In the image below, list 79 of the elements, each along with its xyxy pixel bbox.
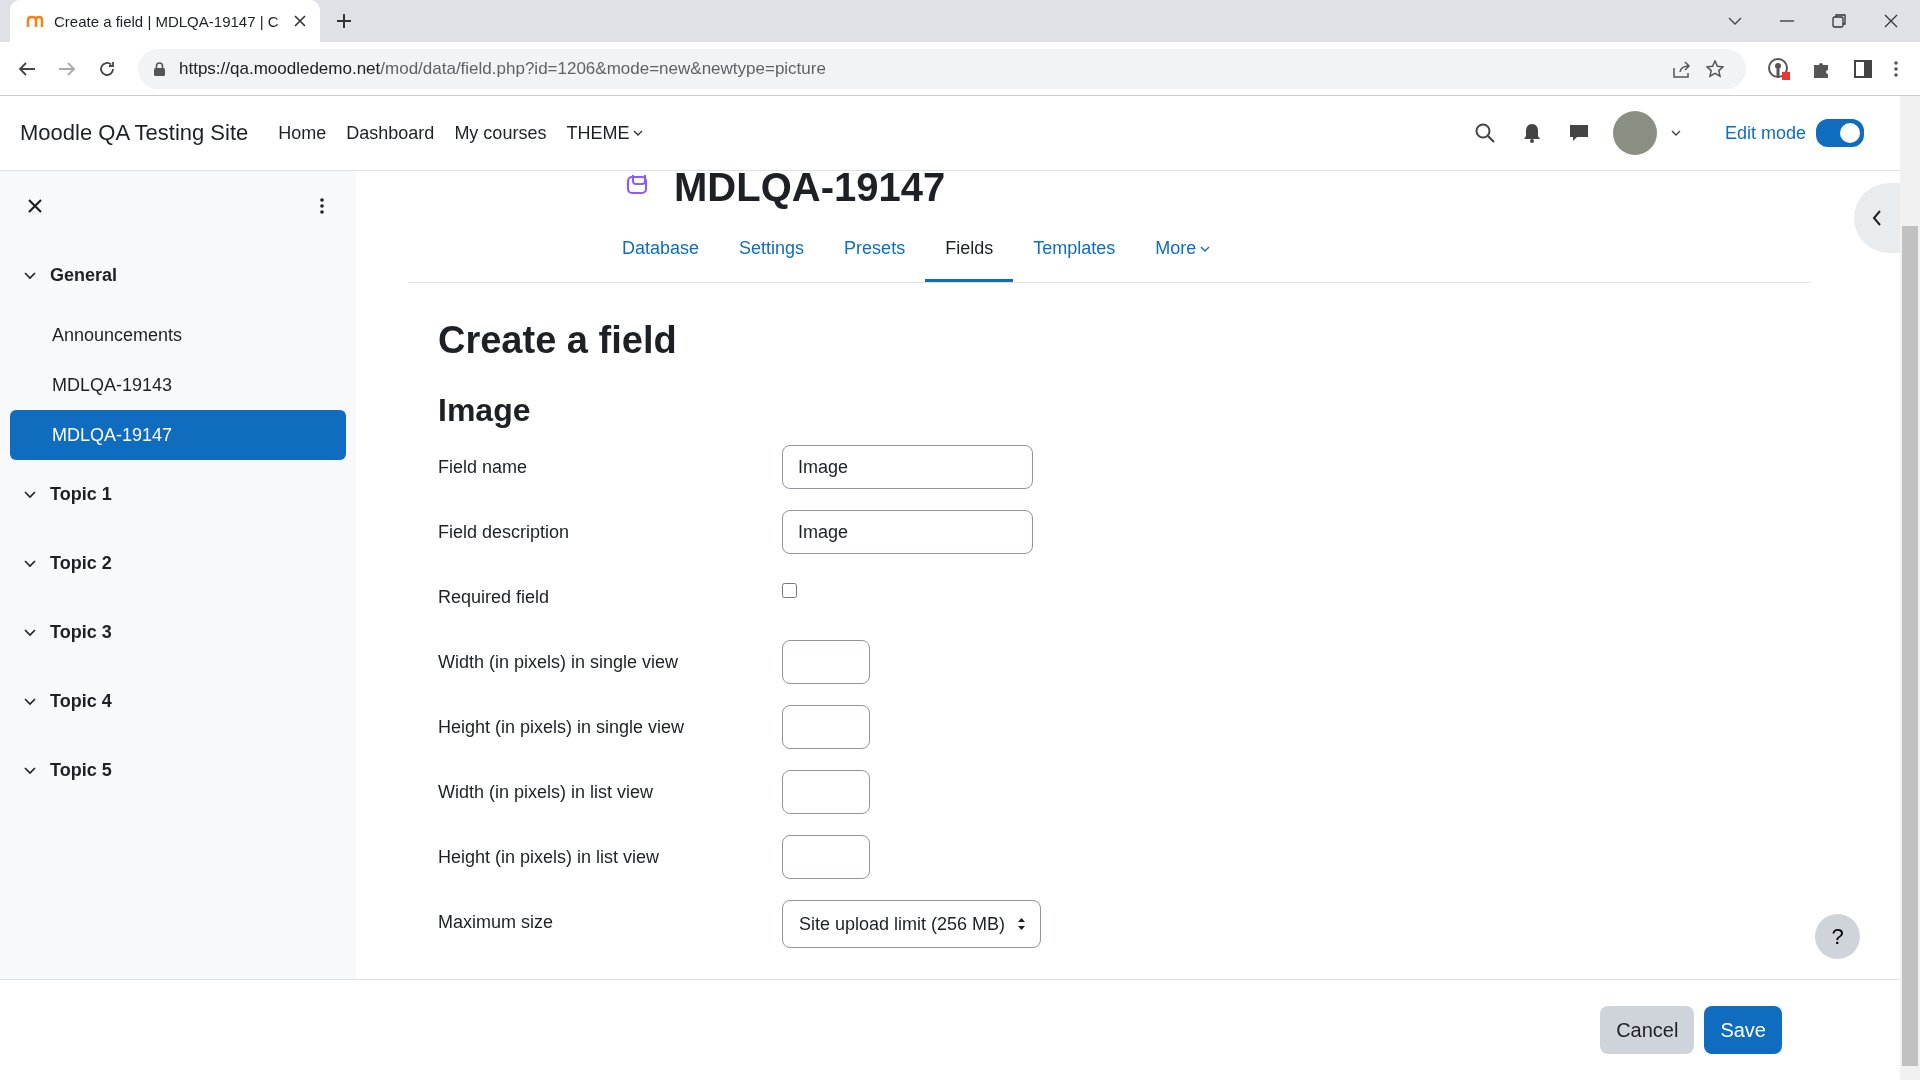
footer-button[interactable]: Cancel	[1600, 1006, 1695, 1054]
field-label: Required field	[438, 586, 551, 608]
logo-icon	[26, 14, 44, 28]
section-heading: Image	[438, 392, 532, 429]
page-title: MDLQA-19147	[674, 165, 946, 210]
chevron-icon[interactable]	[24, 271, 36, 280]
close-icon[interactable]	[294, 15, 306, 27]
kebab-menu-icon[interactable]	[1894, 60, 1898, 77]
activity-item[interactable]: Announcements	[10, 310, 346, 360]
url-text: https://qa.moodledemo.net/mod/data/field.php?id=1206&mode=new&newtype=picture	[179, 58, 826, 79]
nav-link[interactable]: THEME	[556, 122, 654, 144]
section-item[interactable]: Topic 1	[10, 460, 346, 529]
chevron-left-icon	[1872, 210, 1882, 226]
checkbox[interactable]	[782, 583, 797, 598]
nav-tab[interactable]: Database	[602, 224, 720, 282]
help-button[interactable]: ?	[1815, 914, 1860, 959]
bell-icon[interactable]	[1522, 123, 1541, 143]
section-item[interactable]: General	[10, 241, 346, 310]
section-item[interactable]: Topic 4	[10, 667, 346, 736]
activity-item[interactable]: MDLQA-19147	[10, 410, 346, 460]
input-field[interactable]: Image	[782, 510, 1033, 554]
chevron-icon[interactable]	[24, 490, 36, 499]
input-field[interactable]	[782, 770, 870, 814]
close-icon[interactable]	[1884, 14, 1898, 28]
section-item[interactable]: Topic 5	[10, 736, 346, 805]
share-icon[interactable]	[1672, 59, 1692, 78]
nav-tab[interactable]: Templates	[1013, 224, 1136, 282]
input-field[interactable]	[782, 835, 870, 879]
sort-arrows-icon	[1017, 917, 1027, 931]
nav-tab[interactable]: Presets	[824, 224, 926, 282]
reload-icon[interactable]	[98, 59, 116, 78]
field-label: Width (in pixels) in single view	[438, 651, 680, 673]
star-icon[interactable]	[1706, 59, 1724, 78]
drawer-toggle-button[interactable]	[1854, 183, 1900, 253]
kebab-menu-icon[interactable]	[320, 198, 324, 214]
edit-mode-toggle[interactable]	[1816, 119, 1864, 147]
footer-button[interactable]: Save	[1704, 1006, 1782, 1054]
chevron-icon[interactable]	[24, 766, 36, 775]
scrollbar[interactable]	[1900, 96, 1920, 1080]
nav-link[interactable]: My courses	[444, 122, 557, 144]
chevron-icon[interactable]	[24, 559, 36, 568]
field-label: Height (in pixels) in list view	[438, 846, 661, 868]
input-field[interactable]	[782, 705, 870, 749]
new-tab-icon[interactable]	[336, 13, 352, 29]
close-icon[interactable]	[28, 199, 42, 213]
nav-tab[interactable]: Fields	[925, 224, 1014, 282]
site-name[interactable]: Moodle QA Testing Site	[20, 120, 249, 146]
field-label: Field description	[438, 521, 571, 543]
form-heading: Create a field	[438, 319, 678, 362]
browser-tab[interactable]: Create a field | MDLQA-19147 | C	[10, 0, 320, 42]
nav-tab[interactable]: More	[1135, 224, 1231, 282]
back-arrow-icon[interactable]	[18, 60, 36, 77]
side-panel-icon[interactable]	[1854, 59, 1872, 78]
field-label: Field name	[438, 456, 529, 478]
field-label: Width (in pixels) in list view	[438, 781, 655, 803]
nav-link[interactable]: Dashboard	[336, 122, 445, 144]
edit-mode-label: Edit mode	[1724, 122, 1806, 144]
field-label: Height (in pixels) in single view	[438, 716, 686, 738]
activity-item[interactable]: MDLQA-19143	[10, 360, 346, 410]
extension-icon[interactable]	[1768, 57, 1790, 80]
section-item[interactable]: Topic 3	[10, 598, 346, 667]
caret-icon[interactable]	[1670, 130, 1681, 136]
lock-icon	[154, 61, 165, 76]
browser-tab-title: Create a field | MDLQA-19147 | C	[54, 12, 280, 30]
chevron-down-icon[interactable]	[1728, 17, 1742, 25]
chevron-icon[interactable]	[24, 697, 36, 706]
field-label: Maximum size	[438, 911, 554, 933]
input-field[interactable]	[782, 640, 870, 684]
chat-icon[interactable]	[1568, 123, 1589, 143]
select-dropdown[interactable]: Site upload limit (256 MB)	[782, 900, 1042, 948]
avatar[interactable]	[1612, 111, 1657, 155]
address-bar[interactable]: https://qa.moodledemo.net/mod/data/field.php?id=1206&mode=new&newtype=picture	[138, 48, 1746, 89]
search-icon[interactable]	[1474, 123, 1495, 143]
section-item[interactable]: Topic 2	[10, 529, 346, 598]
restore-icon[interactable]	[1832, 14, 1846, 28]
nav-link[interactable]: Home	[268, 122, 337, 144]
nav-tab[interactable]: Settings	[719, 224, 825, 282]
chevron-icon[interactable]	[24, 628, 36, 637]
input-field[interactable]: Image	[782, 445, 1033, 489]
